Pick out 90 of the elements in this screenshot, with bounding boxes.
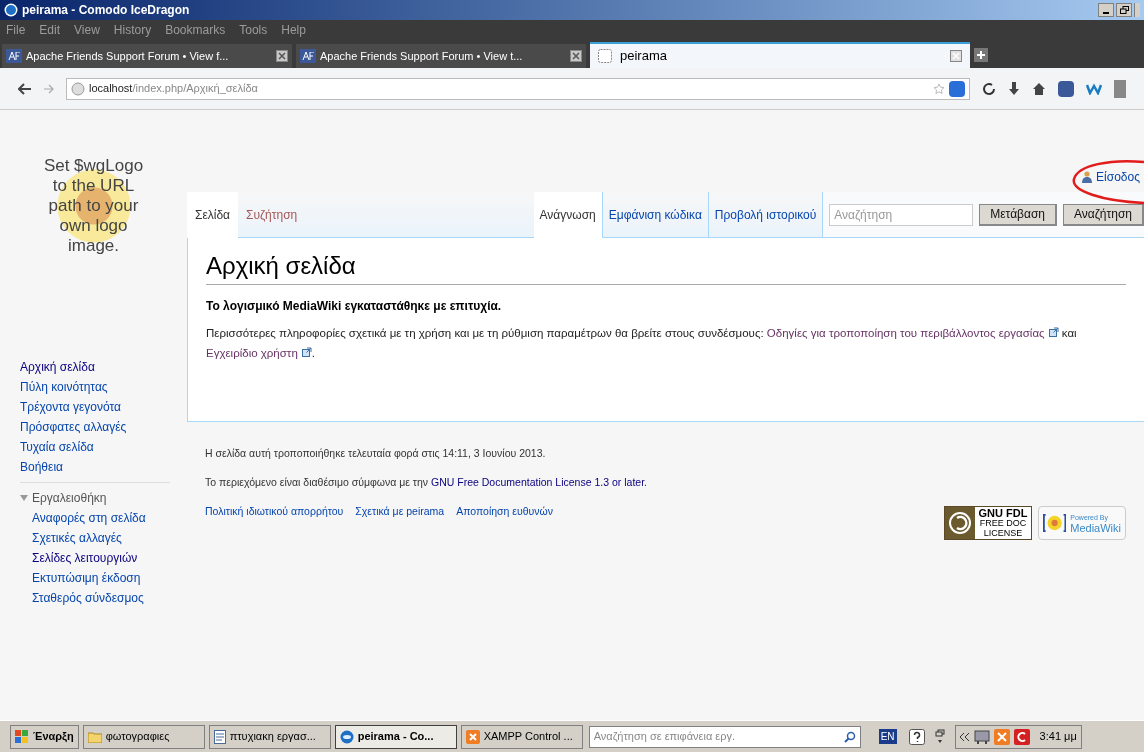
minimize-icon (1103, 12, 1109, 14)
tab-close-icon[interactable] (570, 50, 582, 62)
search-icon (843, 730, 856, 743)
view-tab[interactable]: Εμφάνιση κώδικα (601, 192, 708, 238)
search-button[interactable]: Μετάβαση (979, 203, 1058, 226)
restore-button[interactable] (1116, 3, 1132, 17)
w-logo-icon[interactable] (1086, 82, 1102, 95)
view-tab[interactable]: Ανάγνωση (533, 192, 602, 238)
search-field[interactable]: Αναζήτηση (829, 203, 974, 226)
last-modified-text: Η σελίδα αυτή τροποποιήθηκε τελευταία φορά στις 14:11, 3 Ιουνίου 2013. (205, 446, 547, 461)
minimize-button[interactable] (1098, 3, 1114, 17)
menu-item[interactable]: History (113, 21, 152, 39)
toolbox-link[interactable]: Σελίδες λειτουργιών (20, 549, 187, 567)
view-tab[interactable]: Προβολή ιστορικού (707, 192, 823, 238)
folder-icon (87, 730, 102, 743)
xampp-icon (465, 729, 480, 744)
help-icon[interactable] (908, 728, 925, 745)
plus-icon (977, 51, 985, 59)
external-link-icon (301, 347, 312, 357)
sidebar-link[interactable]: Πρόσφατες αλλαγές (20, 418, 187, 436)
af-logo-icon (300, 49, 316, 63)
taskbar-button[interactable]: πτυχιακη εργασ... (208, 724, 331, 749)
sunflower-icon (1043, 511, 1067, 534)
restore-windows-icon[interactable] (934, 728, 945, 745)
menu-item[interactable]: View (74, 21, 100, 39)
sidebar-link[interactable]: Τρέχοντα γεγονότα (20, 398, 187, 416)
sidebar-link[interactable]: Βοήθεια (20, 458, 187, 476)
menu-item[interactable]: File (6, 21, 26, 39)
menu-item[interactable]: Tools (239, 21, 268, 39)
toolbox-link[interactable]: Σταθερός σύνδεσμος (20, 589, 187, 607)
clock: 3:41 μμ (1039, 729, 1077, 745)
taskbar-button[interactable]: XAMPP Control ... (460, 724, 583, 749)
taskbar-button[interactable]: peirama - Co... (334, 724, 457, 749)
page-tab[interactable]: Σελίδα (187, 192, 239, 238)
user-icon (1082, 171, 1093, 183)
footer-link[interactable]: Αποποίηση ευθυνών (456, 503, 554, 520)
info-paragraph: Περισσότερες πληροφορίες σχετικά με τη χρήση και με τη ρύθμιση παραμέτρων θα βρείτε στους συνδέσμους: Οδηγίες για τροποποίηση του περιβάλλοντος εργασίας και Εγχειρίδιο χρήστη . (206, 326, 1078, 361)
home-icon[interactable] (1032, 81, 1046, 96)
page-heading: Αρχική σελίδα (206, 250, 1126, 285)
browser-logo-icon (4, 3, 18, 17)
back-icon[interactable] (18, 82, 32, 95)
url-field[interactable]: localhost/index.php/Αρχική_σελίδα (66, 77, 970, 100)
xampp-tray-icon[interactable] (993, 728, 1010, 745)
start-button[interactable]: Έναρξη (10, 724, 79, 749)
document-icon (213, 729, 226, 744)
windows-logo-icon (15, 729, 29, 744)
external-link[interactable]: Οδηγίες για τροποποίηση του περιβάλλοντος εργασίας (766, 327, 1059, 339)
taskbar-button[interactable]: φωτογραφιες (82, 724, 205, 749)
language-indicator[interactable]: EN (878, 729, 897, 744)
menu-item[interactable]: Bookmarks (165, 21, 226, 39)
footer-link[interactable]: Σχετικά με peirama (355, 503, 445, 520)
toolbox-link[interactable]: Αναφορές στη σελίδα (20, 509, 187, 527)
toolbox-toggle[interactable]: Εργαλειοθήκη (20, 489, 187, 507)
intro-text: Το λογισμικό MediaWiki εγκαταστάθηκε με επιτυχία. (206, 298, 503, 315)
license-text: Το περιεχόμενο είναι διαθέσιμο σύμφωνα με την GNU Free Documentation License 1.3 or later. (205, 474, 648, 490)
license-link[interactable]: GNU Free Documentation License 1.3 or later (431, 475, 645, 488)
toolbar-square-icon[interactable] (1114, 79, 1126, 98)
copyleft-icon (948, 510, 972, 535)
download-icon[interactable] (1008, 81, 1020, 96)
footer-link[interactable]: Πολιτική ιδιωτικού απορρήτου (205, 503, 344, 520)
star-icon[interactable] (933, 82, 945, 95)
chevron-left-icon[interactable] (959, 732, 970, 741)
browser-tab[interactable]: Apache Friends Support Forum • View f... (2, 44, 292, 68)
toolbox-link[interactable]: Εκτυπώσιμη έκδοση (20, 569, 187, 587)
tab-close-icon[interactable] (276, 50, 288, 62)
reload-icon[interactable] (982, 81, 996, 96)
window-title: peirama - Comodo IceDragon (22, 2, 190, 19)
sidebar-link[interactable]: Τυχαία σελίδα (20, 438, 187, 456)
taskbar-search-field[interactable]: Αναζήτηση σε επιφάνεια εργ. (588, 725, 861, 748)
blank-page-icon (598, 49, 612, 63)
restore-icon (1119, 6, 1129, 14)
browser-tab[interactable]: Apache Friends Support Forum • View t... (296, 44, 586, 68)
sidebar-link[interactable]: Αρχική σελίδα (20, 358, 187, 376)
site-identity-icon (71, 81, 85, 96)
external-link-icon (1048, 327, 1059, 337)
logo-placeholder-text: Set $wgLogo to the URL path to your own logo image. (43, 156, 144, 256)
browser-tab[interactable]: peirama (590, 42, 970, 68)
toolbox-link[interactable]: Σχετικές αλλαγές (20, 529, 187, 547)
external-link[interactable]: Εγχειρίδιο χρήστη (206, 347, 312, 359)
menu-item[interactable]: Edit (39, 21, 61, 39)
search-button[interactable]: Αναζήτηση (1063, 203, 1144, 226)
network-icon[interactable] (973, 728, 990, 745)
app-tray-icon[interactable] (1013, 728, 1030, 745)
new-tab-button[interactable] (974, 48, 988, 62)
menu-item[interactable]: Help (281, 21, 306, 39)
af-logo-icon (6, 49, 22, 63)
gfdl-badge[interactable]: GNU FDL FREE DOC LICENSE (944, 505, 1032, 540)
tab-close-icon[interactable] (950, 50, 962, 62)
login-link[interactable]: Είσοδος (1082, 168, 1140, 186)
sidebar-link[interactable]: Πύλη κοινότητας (20, 378, 187, 396)
